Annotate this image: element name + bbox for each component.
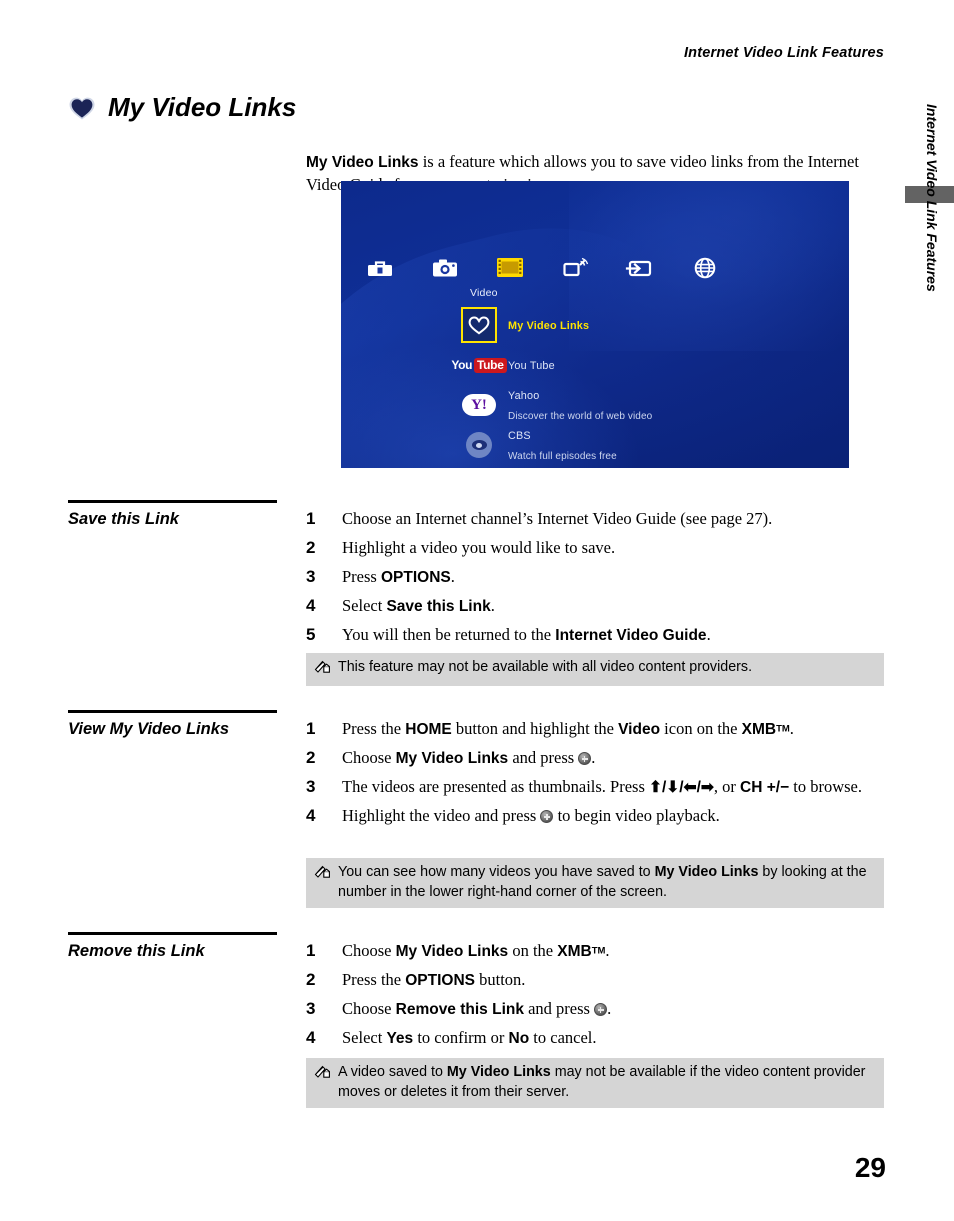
heart-icon bbox=[68, 95, 96, 121]
running-head: Internet Video Link Features bbox=[683, 45, 884, 61]
step-text: Choose an Internet channel’s Internet Vi… bbox=[342, 509, 773, 528]
step-list: 1 Press the HOME button and highlight th… bbox=[306, 718, 886, 834]
xmb-item-youtube[interactable]: You Tube You Tube bbox=[451, 345, 831, 385]
note-text: This feature may not be available with a… bbox=[338, 659, 753, 675]
page-number: 29 bbox=[854, 1152, 886, 1183]
chapter-thumb-tab: Internet Video Link Features bbox=[905, 104, 954, 292]
intro-lead: My Video Links bbox=[306, 153, 419, 171]
input-source-icon[interactable] bbox=[623, 253, 657, 283]
xmb-screenshot-figure: Video My Video Links You Tube You Tube Y! bbox=[341, 181, 849, 468]
list-item: 5 You will then be returned to the Inter… bbox=[306, 624, 886, 647]
step-text: Select Yes to confirm or No to cancel. bbox=[342, 1027, 597, 1047]
step-text: Choose My Video Links on the XMBTM. bbox=[342, 941, 610, 960]
music-network-icon[interactable] bbox=[558, 253, 592, 283]
list-item: 3 Press OPTIONS. bbox=[306, 566, 886, 589]
list-item: 1 Choose an Internet channel’s Internet … bbox=[306, 508, 886, 531]
section-rule bbox=[68, 710, 277, 713]
thumb-tab-label: Internet Video Link Features bbox=[924, 104, 940, 292]
step-text: Highlight the video and press to begin v… bbox=[342, 805, 720, 825]
section-rule bbox=[68, 932, 277, 935]
xmb-item-title: Yahoo bbox=[508, 390, 540, 403]
section-title: Remove this Link bbox=[68, 942, 205, 960]
youtube-logo-tube: Tube bbox=[474, 357, 507, 373]
step-number: 4 bbox=[306, 1027, 316, 1047]
step-number: 3 bbox=[306, 776, 316, 796]
step-text: You will then be returned to the Interne… bbox=[342, 624, 711, 644]
list-item: 4 Select Yes to confirm or No to cancel. bbox=[306, 1027, 886, 1050]
step-number: 4 bbox=[306, 805, 316, 825]
list-item: 2 Press the OPTIONS button. bbox=[306, 969, 886, 992]
camera-photo-icon[interactable] bbox=[428, 253, 462, 283]
film-video-icon[interactable] bbox=[493, 253, 527, 283]
xmb-category-row bbox=[363, 253, 722, 283]
step-text: Select Save this Link. bbox=[342, 595, 495, 615]
step-number: 2 bbox=[306, 969, 316, 989]
step-number: 1 bbox=[306, 719, 316, 738]
page-title-text: My Video Links bbox=[108, 92, 297, 122]
xmb-item-cbs[interactable]: CBS Watch full episodes free bbox=[461, 425, 831, 465]
list-item: 1 Choose My Video Links on the XMBTM. bbox=[306, 940, 886, 963]
xmb-item-yahoo[interactable]: Y! Yahoo Discover the world of web video bbox=[461, 385, 831, 425]
note-box: This feature may not be available with a… bbox=[306, 653, 884, 686]
heart-icon bbox=[461, 307, 497, 343]
note-text: A video saved to My Video Links may not … bbox=[338, 1064, 866, 1100]
note-box: A video saved to My Video Links may not … bbox=[306, 1058, 884, 1109]
list-item: 4 Highlight the video and press to begin… bbox=[306, 805, 886, 828]
xmb-item-title: My Video Links bbox=[508, 320, 590, 333]
step-text: Press the HOME button and highlight the … bbox=[342, 719, 794, 738]
list-item: 3 Choose Remove this Link and press . bbox=[306, 998, 886, 1021]
globe-network-icon[interactable] bbox=[688, 253, 722, 283]
page-title: My Video Links bbox=[68, 92, 296, 123]
section-rule bbox=[68, 500, 277, 503]
xmb-item-list: My Video Links You Tube You Tube Y! Yahoo… bbox=[451, 305, 831, 465]
step-text: Highlight a video you would like to save… bbox=[342, 537, 616, 557]
step-list: 1 Choose My Video Links on the XMBTM. 2 … bbox=[306, 940, 886, 1056]
yahoo-logo-text: Y! bbox=[462, 394, 496, 416]
xmb-category-label: Video bbox=[470, 287, 498, 299]
step-number: 3 bbox=[306, 566, 316, 586]
toolbox-settings-icon[interactable] bbox=[363, 253, 397, 283]
youtube-logo-icon: You Tube bbox=[451, 347, 507, 383]
step-number: 5 bbox=[306, 624, 316, 644]
step-number: 2 bbox=[306, 747, 316, 767]
list-item: 2 Choose My Video Links and press . bbox=[306, 747, 886, 770]
section-title: Save this Link bbox=[68, 510, 179, 528]
note-pencil-icon bbox=[314, 660, 331, 680]
xmb-item-title: CBS bbox=[508, 430, 531, 443]
step-text: Press the OPTIONS button. bbox=[342, 969, 526, 989]
step-list: 1 Choose an Internet channel’s Internet … bbox=[306, 508, 886, 653]
xmb-item-title: You Tube bbox=[508, 360, 555, 373]
xmb-item-my-video-links[interactable]: My Video Links bbox=[461, 305, 831, 345]
section-title: View My Video Links bbox=[68, 720, 230, 738]
note-text: You can see how many videos you have sav… bbox=[338, 864, 867, 900]
xmb-item-subtitle: Discover the world of web video bbox=[508, 411, 653, 422]
step-text: Choose Remove this Link and press . bbox=[342, 998, 612, 1018]
note-box: You can see how many videos you have sav… bbox=[306, 858, 884, 909]
yahoo-logo-icon: Y! bbox=[461, 387, 497, 423]
step-number: 1 bbox=[306, 941, 316, 960]
step-text: Choose My Video Links and press . bbox=[342, 747, 596, 767]
step-text: Press OPTIONS. bbox=[342, 566, 455, 586]
step-number: 2 bbox=[306, 537, 316, 557]
step-number: 1 bbox=[306, 509, 316, 528]
note-pencil-icon bbox=[314, 865, 331, 885]
list-item: 2 Highlight a video you would like to sa… bbox=[306, 537, 886, 560]
list-item: 4 Select Save this Link. bbox=[306, 595, 886, 618]
xmb-item-subtitle: Watch full episodes free bbox=[508, 451, 617, 462]
step-number: 3 bbox=[306, 998, 316, 1018]
step-text: The videos are presented as thumbnails. … bbox=[342, 776, 862, 796]
youtube-logo-you: You bbox=[451, 358, 472, 372]
step-number: 4 bbox=[306, 595, 316, 615]
list-item: 3 The videos are presented as thumbnails… bbox=[306, 776, 886, 799]
list-item: 1 Press the HOME button and highlight th… bbox=[306, 718, 886, 741]
cbs-eye-logo-icon bbox=[461, 427, 497, 463]
note-pencil-icon bbox=[314, 1065, 331, 1085]
